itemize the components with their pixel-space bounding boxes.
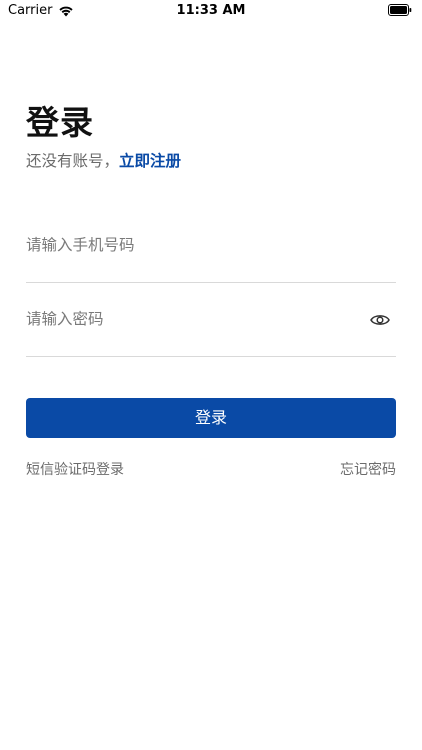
sms-login-link[interactable]: 短信验证码登录	[26, 459, 124, 479]
register-link[interactable]: 立即注册	[119, 152, 181, 170]
phone-input[interactable]	[26, 225, 396, 265]
battery-icon	[388, 4, 412, 16]
login-button[interactable]: 登录	[26, 398, 396, 438]
page-title: 登录	[26, 103, 94, 142]
password-field	[26, 282, 396, 357]
status-bar: Carrier 11:33 AM	[0, 0, 422, 22]
password-input[interactable]	[26, 299, 396, 339]
login-screen: Carrier 11:33 AM 登录 还没有账号，立即注册 登录 短信验证码登…	[0, 0, 422, 750]
register-prompt: 还没有账号，	[26, 152, 120, 170]
phone-field	[26, 208, 396, 283]
bottom-links: 短信验证码登录 忘记密码	[26, 459, 396, 479]
status-time: 11:33 AM	[176, 3, 246, 18]
forgot-password-link[interactable]: 忘记密码	[340, 459, 396, 479]
register-prompt-line: 还没有账号，立即注册	[26, 149, 181, 171]
eye-icon[interactable]	[370, 313, 390, 327]
